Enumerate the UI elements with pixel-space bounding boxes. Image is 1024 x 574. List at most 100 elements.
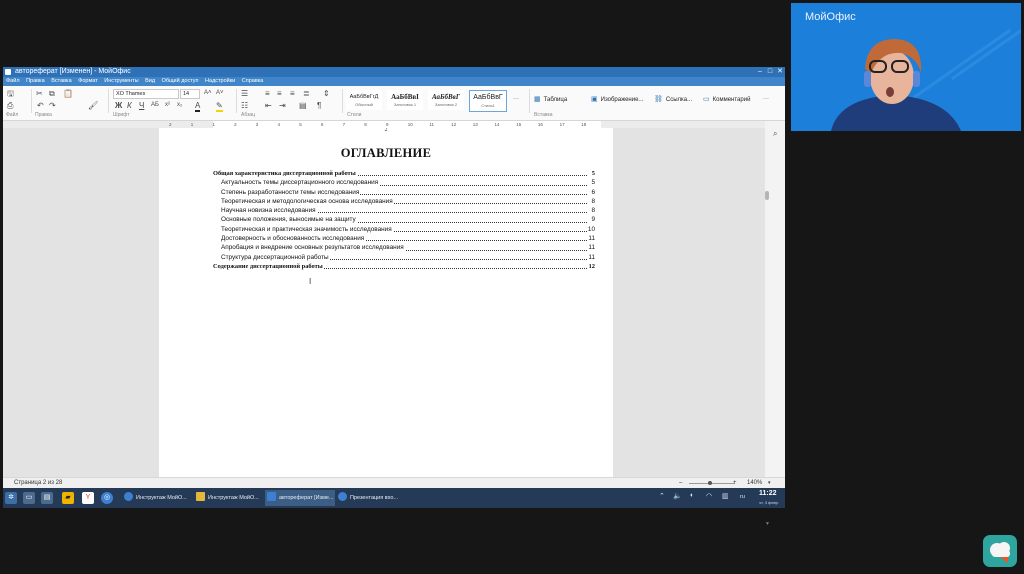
horizontal-ruler[interactable]: 2 1 1 2 3 4 5 6 7 8 9 10 11 12 13 14 15 16 17 18 xyxy=(3,121,765,128)
group-label-paragraph: Абзац xyxy=(241,112,256,118)
menu-sharing[interactable]: Общий доступ xyxy=(162,78,199,84)
search-icon[interactable]: ⌕ xyxy=(773,129,777,139)
format-painter-icon[interactable]: 🖌 xyxy=(88,101,98,110)
toc-entry[interactable]: Общая характеристика диссертационной раб… xyxy=(213,169,595,179)
menu-file[interactable]: Файл xyxy=(6,78,20,84)
toc-entry[interactable]: Основные положения, выносимые на защиту 9 xyxy=(213,215,595,225)
toc-entry[interactable]: Степень разработанности темы исследовани… xyxy=(213,187,595,197)
toc-entry[interactable]: Теоретическая и методологическая основа … xyxy=(213,196,595,207)
clock-time[interactable]: 11:22 xyxy=(759,490,777,497)
browser-icon[interactable]: ◎ xyxy=(101,492,113,504)
start-menu-icon[interactable]: ✲ xyxy=(5,492,17,504)
yandex-browser-icon[interactable]: Y xyxy=(82,492,94,504)
increase-font-icon[interactable]: A˄ xyxy=(204,89,212,98)
tray-expand-icon[interactable]: ⌃ xyxy=(659,492,665,500)
insert-image-label: Изображение... xyxy=(600,97,644,103)
superscript-icon[interactable]: x² xyxy=(165,101,170,110)
decrease-font-icon[interactable]: A˅ xyxy=(216,89,224,98)
redo-icon[interactable]: ↷ xyxy=(49,101,56,110)
taskbar-item[interactable]: Инструктаж МойО... xyxy=(122,490,192,506)
menu-view[interactable]: Вид xyxy=(145,78,155,84)
menu-edit[interactable]: Правка xyxy=(26,78,45,84)
scroll-thumb[interactable] xyxy=(765,191,769,200)
network-icon[interactable]: ▥ xyxy=(722,492,729,500)
maximize-button[interactable]: □ xyxy=(765,67,775,77)
cut-icon[interactable]: ✂ xyxy=(36,89,43,98)
toc-entry[interactable]: Теоретическая и практическая значимость … xyxy=(213,224,595,235)
file-manager-icon[interactable]: ▤ xyxy=(41,492,53,504)
cloud-app-icon[interactable] xyxy=(983,535,1017,567)
style-custom-1[interactable]: АаБбВвГ Стиль1 xyxy=(469,90,507,112)
minimize-button[interactable]: – xyxy=(755,67,765,77)
taskbar-item[interactable]: Инструктаж МойО... xyxy=(194,490,264,506)
paragraph-settings-icon[interactable]: ▤ xyxy=(299,101,307,110)
folder-icon xyxy=(196,492,205,501)
subscript-icon[interactable]: x₂ xyxy=(177,101,182,110)
taskbar-item-active[interactable]: автореферат [Изме... xyxy=(265,490,335,506)
pilcrow-icon[interactable]: ¶ xyxy=(317,101,321,110)
menu-format[interactable]: Формат xyxy=(78,78,98,84)
menu-insert[interactable]: Вставка xyxy=(51,78,71,84)
zoom-slider[interactable] xyxy=(689,483,735,484)
group-label-edit: Правка xyxy=(35,112,52,118)
underline-icon[interactable]: Ч xyxy=(139,101,144,110)
wifi-icon[interactable]: ◠ xyxy=(706,492,712,500)
browser-icon xyxy=(338,492,347,501)
decrease-indent-icon[interactable]: ⇤ xyxy=(265,101,272,110)
folder-icon[interactable]: ▰ xyxy=(62,492,74,504)
insert-comment-button[interactable]: ▭ Комментарий xyxy=(703,95,750,105)
save-icon[interactable]: 🖫 xyxy=(7,89,14,98)
menu-help[interactable]: Справка xyxy=(242,78,264,84)
ruler-number: 11 xyxy=(429,122,435,127)
insert-link-button[interactable]: ⛓ Ссылка... xyxy=(654,95,692,105)
font-size-select[interactable]: 14 xyxy=(180,89,200,99)
vertical-scrollbar[interactable]: ⌕ ▼ xyxy=(765,121,785,527)
close-button[interactable]: ✕ xyxy=(775,67,785,77)
styles-more-button[interactable]: ··· xyxy=(513,95,519,104)
numbering-icon[interactable]: ☷ xyxy=(241,101,248,110)
bold-icon[interactable]: Ж xyxy=(115,101,122,110)
increase-indent-icon[interactable]: ⇥ xyxy=(279,101,286,110)
menu-addons[interactable]: Надстройки xyxy=(205,78,235,84)
line-spacing-icon[interactable]: ⇕ xyxy=(323,89,330,98)
ruler-number: 7 xyxy=(342,122,346,127)
align-justify-icon[interactable]: ≣ xyxy=(303,89,310,98)
copy-icon[interactable]: ⧉ xyxy=(49,89,55,98)
toc-entry[interactable]: Содержание диссертационной работы 12 xyxy=(213,261,595,272)
toc-entry[interactable]: Актуальность темы диссертационного иссле… xyxy=(213,178,595,188)
strikethrough-icon[interactable]: АБ xyxy=(151,101,159,110)
insert-table-button[interactable]: ▦ Таблица xyxy=(534,95,567,105)
style-normal[interactable]: АаБбВвГгД Обычный xyxy=(346,90,382,110)
scroll-down-icon[interactable]: ▼ xyxy=(765,521,770,527)
bullets-icon[interactable]: ☰ xyxy=(241,89,248,98)
style-heading-1[interactable]: АаБбВвІ Заголовок 1 xyxy=(387,90,423,110)
toc-entry[interactable]: Достоверность и обоснованность исследова… xyxy=(213,234,595,244)
insert-image-button[interactable]: ▣ Изображение... xyxy=(591,95,643,105)
show-desktop-icon[interactable]: ▭ xyxy=(23,492,35,504)
style-heading-2[interactable]: АаБбВвГ Заголовок 2 xyxy=(428,90,464,110)
highlight-icon[interactable]: ✎ xyxy=(216,101,223,112)
font-name-select[interactable]: XO Thames xyxy=(113,89,179,99)
volume-icon[interactable]: 🔈 xyxy=(673,492,682,500)
undo-icon[interactable]: ↶ xyxy=(37,101,44,110)
toc-entry[interactable]: Структура диссертационной работы 11 xyxy=(213,252,595,262)
toc-entry[interactable]: Научная новизна исследования 8 xyxy=(213,206,595,216)
zoom-slider-handle[interactable] xyxy=(708,481,712,485)
align-center-icon[interactable]: ≡ xyxy=(277,89,282,98)
clock-date[interactable]: чт, 3 февр. xyxy=(759,500,779,505)
align-left-icon[interactable]: ≡ xyxy=(265,89,270,98)
document-page[interactable]: 2 ОГЛАВЛЕНИЕ Общая характеристика диссер… xyxy=(159,128,613,477)
print-icon[interactable]: ⎙ xyxy=(7,101,13,110)
paste-icon[interactable]: 📋 xyxy=(63,89,73,98)
taskbar-item[interactable]: Презентация вхо... xyxy=(336,490,406,506)
display-icon[interactable]: ◐ xyxy=(690,492,694,499)
document-canvas[interactable]: 2 ОГЛАВЛЕНИЕ Общая характеристика диссер… xyxy=(3,128,765,477)
cloud-icon xyxy=(990,542,1010,563)
align-right-icon[interactable]: ≡ xyxy=(290,89,295,98)
toc-entry[interactable]: Апробация и внедрение основных результат… xyxy=(213,243,595,253)
insert-more-button[interactable]: ··· xyxy=(763,95,769,104)
font-color-icon[interactable]: A xyxy=(195,101,201,112)
menu-tools[interactable]: Инструменты xyxy=(104,78,138,84)
keyboard-layout-indicator[interactable]: ru xyxy=(740,494,745,500)
italic-icon[interactable]: К xyxy=(127,101,132,110)
